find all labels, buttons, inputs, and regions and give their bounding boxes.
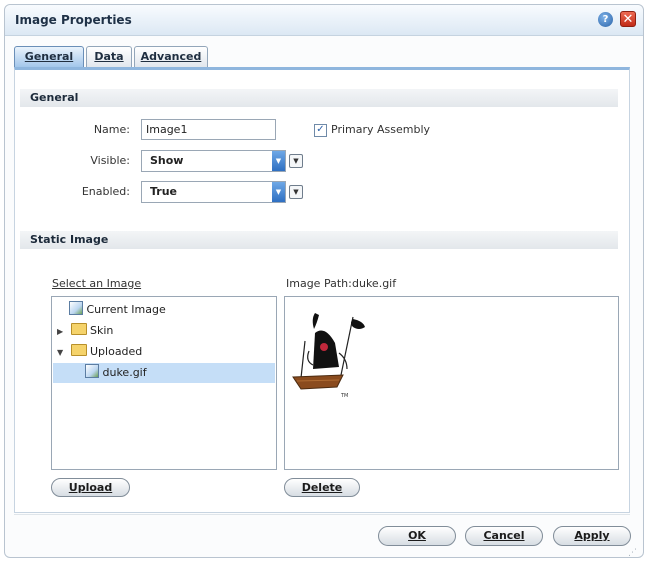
primary-assembly-label: Primary Assembly [331, 123, 431, 136]
upload-button[interactable]: Upload [51, 478, 130, 497]
tree-item-duke-gif[interactable]: duke.gif [53, 363, 275, 383]
tab-data[interactable]: Data [86, 46, 132, 68]
general-section-header: General [20, 89, 618, 107]
enabled-options-button[interactable]: ▼ [289, 185, 303, 199]
dialog-title: Image Properties [15, 13, 132, 27]
visible-options-button[interactable]: ▼ [289, 154, 303, 168]
tree-item-current-image[interactable]: Current Image [53, 300, 275, 320]
image-path-value: duke.gif [352, 277, 397, 290]
title-bar: Image Properties ? ✕ [5, 5, 643, 36]
delete-button[interactable]: Delete [284, 478, 360, 497]
enabled-select-value: True [150, 185, 178, 198]
footer-divider [14, 514, 630, 515]
resize-grip-icon[interactable]: ⋰ [628, 548, 638, 558]
help-icon[interactable]: ? [598, 12, 613, 27]
svg-text:TM: TM [340, 393, 348, 399]
image-preview: TM [284, 296, 619, 470]
close-icon[interactable]: ✕ [620, 11, 636, 27]
folder-icon [70, 323, 87, 335]
duke-image: TM [292, 313, 365, 399]
visible-select-value: Show [150, 154, 184, 167]
ok-button[interactable]: OK [378, 526, 456, 546]
image-icon [85, 364, 99, 378]
image-path-label: Image Path: [286, 277, 352, 290]
tree-item-uploaded[interactable]: ▼ Uploaded [53, 342, 275, 362]
tab-general[interactable]: General [14, 46, 84, 68]
tab-advanced[interactable]: Advanced [134, 46, 208, 68]
visible-select[interactable]: Show ▼ [141, 150, 286, 172]
name-label: Name: [93, 123, 130, 136]
tree-item-skin[interactable]: ▶ Skin [53, 321, 275, 341]
select-image-label: Select an Image [52, 277, 142, 290]
expand-arrow-icon[interactable]: ▶ [57, 322, 67, 342]
image-tree: Current Image ▶ Skin ▼ Uploaded duke.gif [51, 296, 277, 470]
folder-open-icon [70, 344, 87, 356]
enabled-select[interactable]: True ▼ [141, 181, 286, 203]
enabled-label: Enabled: [81, 185, 130, 198]
apply-button[interactable]: Apply [553, 526, 631, 546]
cancel-button[interactable]: Cancel [465, 526, 543, 546]
collapse-arrow-icon[interactable]: ▼ [57, 343, 67, 363]
chevron-down-icon[interactable]: ▼ [272, 182, 285, 202]
primary-assembly-checkbox[interactable]: ✓ [314, 124, 327, 137]
static-image-section-header: Static Image [20, 231, 618, 249]
visible-label: Visible: [90, 154, 130, 167]
image-icon [69, 301, 83, 315]
chevron-down-icon[interactable]: ▼ [272, 151, 285, 171]
name-input[interactable]: Image1 [141, 119, 276, 140]
